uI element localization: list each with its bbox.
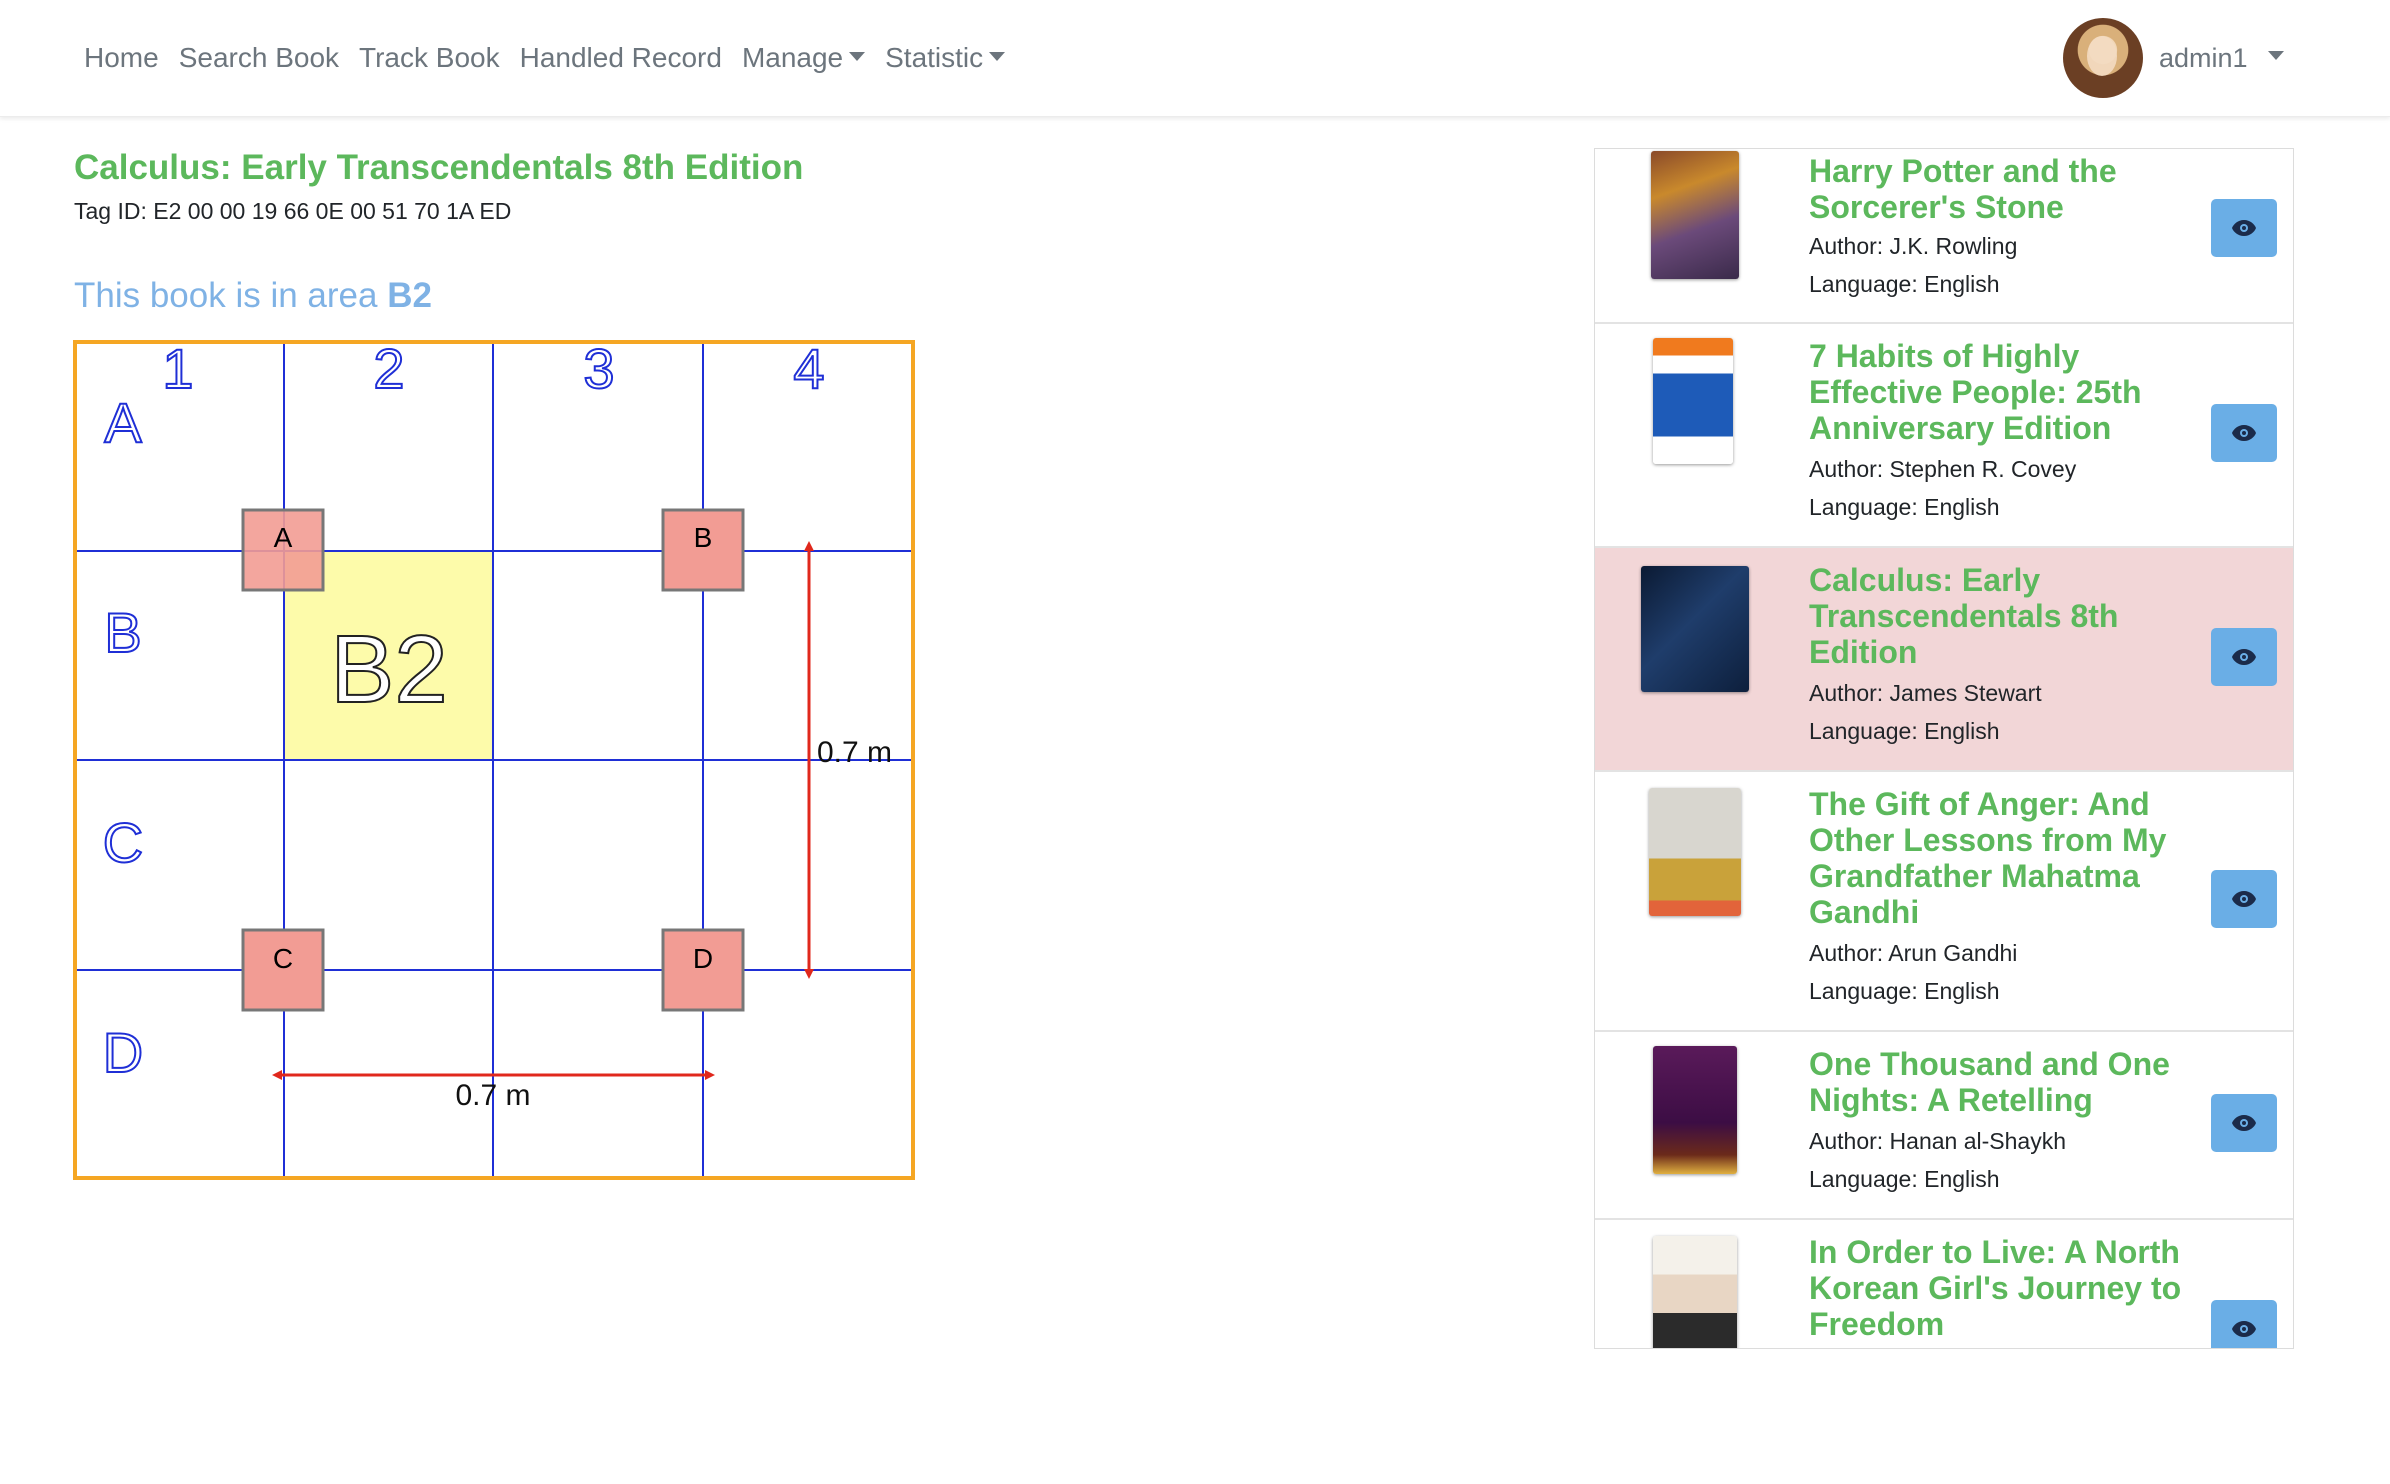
book-title[interactable]: Calculus: Early Transcendentals 8th Edit…	[1809, 562, 2189, 670]
list-item[interactable]: One Thousand and One Nights: A Retelling…	[1595, 1032, 2293, 1220]
reader-label: C	[273, 943, 293, 974]
row-label: C	[103, 811, 143, 874]
column-label: 1	[162, 340, 193, 400]
book-title[interactable]: In Order to Live: A North Korean Girl's …	[1809, 1234, 2189, 1342]
shelf-map: B2 1 2 3 4 A B C D A B C D 0.7 m 0.7 m	[73, 340, 915, 1180]
caret-down-icon	[2267, 50, 2284, 60]
user-menu[interactable]: admin1	[2063, 18, 2284, 98]
book-author: Author: Arun Gandhi	[1809, 940, 2018, 966]
column-label: 2	[373, 340, 404, 400]
nav-search-book[interactable]: Search Book	[179, 38, 339, 78]
area-prefix: This book is in area	[74, 276, 378, 315]
view-button[interactable]	[2211, 628, 2277, 686]
list-item[interactable]: Harry Potter and the Sorcerer's Stone Au…	[1595, 149, 2293, 324]
view-button[interactable]	[2211, 199, 2277, 257]
book-author: Author: Stephen R. Covey	[1809, 456, 2077, 482]
book-cover	[1653, 1236, 1737, 1348]
column-label: 3	[583, 340, 614, 400]
nav-statistic-dropdown[interactable]: Statistic	[885, 38, 1006, 78]
book-language: Language: English	[1809, 1166, 2000, 1192]
caret-down-icon	[989, 52, 1006, 62]
book-language: Language: English	[1809, 271, 2000, 297]
reader-b: B	[661, 508, 745, 592]
list-item[interactable]: The Gift of Anger: And Other Lessons fro…	[1595, 772, 2293, 1032]
row-label: A	[104, 391, 142, 454]
book-title[interactable]: One Thousand and One Nights: A Retelling	[1809, 1046, 2189, 1118]
view-button[interactable]	[2211, 870, 2277, 928]
book-cover	[1641, 566, 1749, 692]
eye-icon	[2232, 1115, 2256, 1131]
list-item[interactable]: In Order to Live: A North Korean Girl's …	[1595, 1220, 2293, 1348]
nav-manage-dropdown[interactable]: Manage	[741, 38, 866, 78]
nav-track-book[interactable]: Track Book	[359, 38, 500, 78]
reader-label: D	[693, 943, 713, 974]
nav-home[interactable]: Home	[84, 38, 159, 78]
eye-icon	[2232, 649, 2256, 665]
top-navbar: Home Search Book Track Book Handled Reco…	[0, 0, 2390, 117]
column-label: 4	[793, 340, 824, 400]
nav-links: Home Search Book Track Book Handled Reco…	[84, 38, 1025, 78]
eye-icon	[2232, 1321, 2256, 1337]
eye-icon	[2232, 891, 2256, 907]
page-title: Calculus: Early Transcendentals 8th Edit…	[74, 148, 804, 187]
tag-id: Tag ID: E2 00 00 19 66 0E 00 51 70 1A ED	[74, 198, 512, 224]
row-label: D	[103, 1021, 143, 1084]
book-cover	[1653, 1046, 1737, 1174]
book-author: Author: J.K. Rowling	[1809, 233, 2018, 259]
book-language: Language: English	[1809, 494, 2000, 520]
caret-down-icon	[849, 52, 866, 62]
nav-handled-record[interactable]: Handled Record	[520, 38, 722, 78]
nav-manage-label: Manage	[741, 42, 844, 73]
list-item[interactable]: 7 Habits of Highly Effective People: 25t…	[1595, 324, 2293, 548]
area-value: B2	[387, 276, 432, 315]
list-item-active[interactable]: Calculus: Early Transcendentals 8th Edit…	[1595, 548, 2293, 772]
vertical-dimension-label: 0.7 m	[817, 736, 892, 769]
book-cover	[1649, 788, 1741, 916]
view-button[interactable]	[2211, 404, 2277, 462]
book-language: Language: English	[1809, 978, 2000, 1004]
book-cover	[1653, 338, 1733, 464]
view-button[interactable]	[2211, 1300, 2277, 1348]
book-title[interactable]: Harry Potter and the Sorcerer's Stone	[1809, 153, 2189, 225]
book-language: Language: English	[1809, 718, 2000, 744]
row-label: B	[104, 601, 141, 664]
book-author: Author: James Stewart	[1809, 680, 2042, 706]
eye-icon	[2232, 220, 2256, 236]
reader-a: A	[241, 508, 325, 592]
book-list: Harry Potter and the Sorcerer's Stone Au…	[1594, 148, 2294, 1349]
eye-icon	[2232, 425, 2256, 441]
book-cover	[1651, 151, 1739, 279]
reader-label: A	[274, 522, 293, 553]
view-button[interactable]	[2211, 1094, 2277, 1152]
book-title[interactable]: 7 Habits of Highly Effective People: 25t…	[1809, 338, 2189, 446]
shelf-map-svg: B2 1 2 3 4 A B C D A B C D 0.7 m 0.7 m	[73, 340, 915, 1180]
reader-c: C	[241, 928, 325, 1012]
area-statement: This book is in area B2	[74, 276, 432, 316]
book-author: Author: Hanan al-Shaykh	[1809, 1128, 2066, 1154]
reader-d: D	[661, 928, 745, 1012]
horizontal-dimension-label: 0.7 m	[455, 1079, 530, 1112]
book-title[interactable]: The Gift of Anger: And Other Lessons fro…	[1809, 786, 2189, 930]
highlight-cell-label: B2	[330, 616, 447, 723]
nav-statistic-label: Statistic	[885, 42, 984, 73]
avatar	[2063, 18, 2143, 98]
reader-label: B	[694, 522, 713, 553]
username: admin1	[2159, 42, 2248, 73]
